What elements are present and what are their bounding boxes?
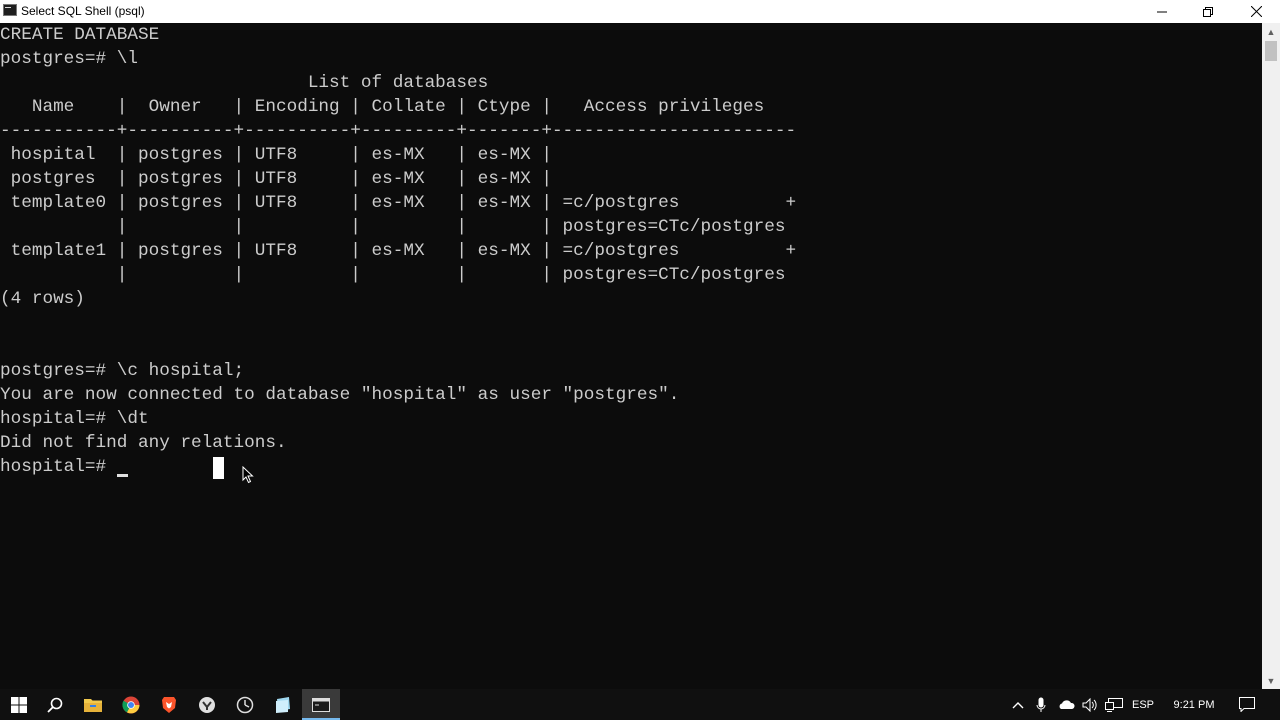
search-icon[interactable]	[36, 689, 74, 720]
console-line: Name | Owner | Encoding | Collate | Ctyp…	[0, 97, 765, 117]
console-line: List of databases	[0, 73, 489, 93]
show-hidden-icons-icon[interactable]	[1008, 689, 1028, 720]
notifications-icon[interactable]	[1236, 689, 1258, 720]
console-line: | | | | | postgres=CTc/postgres	[0, 265, 786, 285]
show-desktop-button[interactable]	[1274, 689, 1280, 720]
taskbar: ESP 9:21 PM	[0, 689, 1280, 720]
minimize-icon	[1157, 11, 1167, 12]
console-line: postgres=# \l	[0, 49, 138, 69]
app-icon-shield[interactable]	[188, 689, 226, 720]
language-indicator[interactable]: ESP	[1128, 689, 1158, 720]
volume-icon[interactable]	[1079, 689, 1101, 720]
brave-icon[interactable]	[150, 689, 188, 720]
console-text: CREATE DATABASE postgres=# \l List of dat…	[0, 23, 796, 479]
close-icon	[1250, 6, 1262, 17]
network-icon[interactable]	[1103, 689, 1125, 720]
console-line: Did not find any relations.	[0, 433, 287, 453]
scroll-down-arrow-icon[interactable]: ▼	[1262, 672, 1280, 689]
console-line: template1 | postgres | UTF8 | es-MX | es…	[0, 241, 797, 261]
scrollbar-thumb[interactable]	[1265, 41, 1277, 61]
notes-app-icon[interactable]	[264, 689, 302, 720]
microphone-icon[interactable]	[1031, 689, 1051, 720]
console-output[interactable]: CREATE DATABASE postgres=# \l List of dat…	[0, 23, 1262, 689]
window-titlebar: Select SQL Shell (psql)	[0, 0, 1280, 23]
restore-button[interactable]	[1185, 0, 1231, 23]
console-line: (4 rows)	[0, 289, 85, 309]
chrome-icon[interactable]	[112, 689, 150, 720]
console-line: CREATE DATABASE	[0, 25, 160, 45]
console-line: You are now connected to database "hospi…	[0, 385, 680, 405]
console-app-icon	[3, 4, 17, 16]
block-cursor	[213, 457, 224, 479]
scroll-up-arrow-icon[interactable]: ▲	[1262, 23, 1280, 40]
clock-time[interactable]: 9:21 PM	[1164, 689, 1224, 720]
window-title: Select SQL Shell (psql)	[21, 4, 145, 18]
console-line: template0 | postgres | UTF8 | es-MX | es…	[0, 193, 797, 213]
console-line: | | | | | postgres=CTc/postgres	[0, 217, 786, 237]
console-line: postgres=# \c hospital;	[0, 361, 245, 381]
console-line: postgres | postgres | UTF8 | es-MX | es-…	[0, 169, 552, 189]
mouse-pointer-icon	[242, 466, 254, 484]
terminal-icon[interactable]	[302, 689, 340, 720]
console-line: -----------+----------+----------+------…	[0, 121, 797, 141]
console-line: hospital | postgres | UTF8 | es-MX | es-…	[0, 145, 552, 165]
restore-icon	[1203, 6, 1213, 17]
vertical-scrollbar[interactable]: ▲ ▼	[1262, 23, 1280, 689]
close-button[interactable]	[1233, 0, 1279, 23]
clock-app-icon[interactable]	[226, 689, 264, 720]
minimize-button[interactable]	[1139, 0, 1185, 23]
windows-start-icon[interactable]	[0, 689, 38, 720]
console-line: hospital=# \dt	[0, 409, 149, 429]
text-cursor	[117, 474, 128, 477]
file-explorer-icon[interactable]	[74, 689, 112, 720]
onedrive-cloud-icon[interactable]	[1054, 689, 1078, 720]
